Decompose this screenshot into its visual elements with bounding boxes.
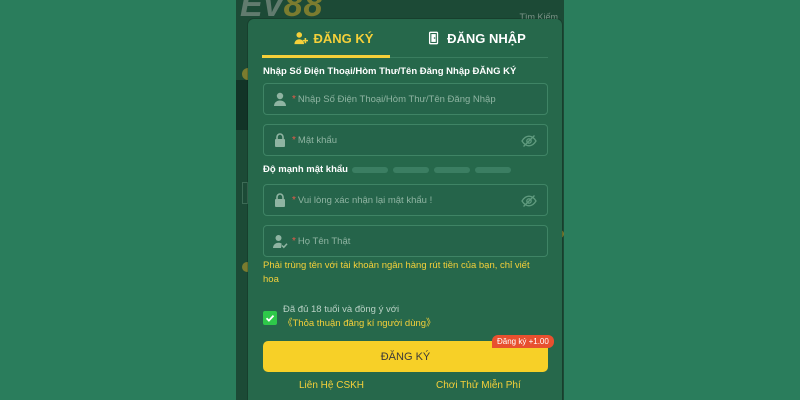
tab-register-label: ĐĂNG KÝ [313,30,374,46]
decorative-bar [236,80,248,130]
agreement-text: Đã đủ 18 tuổi và đồng ý với 《Thỏa thuận … [283,303,553,331]
register-bonus-badge: Đăng ký +1.00 [492,335,554,348]
agreement-checkbox[interactable] [263,311,277,325]
register-modal: ĐĂNG KÝ ĐĂNG NHẬP Nhập Số Điện Thoại/Hòm… [248,19,562,400]
real-name-hint: Phải trùng tên với tài khoản ngân hàng r… [263,260,530,285]
active-tab-indicator [262,55,390,58]
account-label: Nhập Số Điện Thoại/Hòm Thư/Tên Đăng Nhập… [263,66,517,77]
agreement-text-prefix: Đã đủ 18 tuổi và đồng ý với [283,304,400,315]
password-input[interactable]: * Mật khẩu [263,124,548,156]
required-mark: * [292,134,296,146]
strength-segment [475,167,511,173]
strength-segment [393,167,429,173]
confirm-password-input[interactable]: * Vui lòng xác nhận lại mật khẩu ! [263,184,548,216]
required-mark: * [292,93,296,105]
auth-tabs: ĐĂNG KÝ ĐĂNG NHẬP [262,19,548,58]
user-icon [274,92,286,106]
user-agreement-link[interactable]: 《Thỏa thuận đăng kí người dùng》 [283,318,436,329]
strength-segment [352,167,388,173]
eye-hidden-icon[interactable] [521,133,537,149]
lock-icon [275,133,285,147]
user-add-icon [293,32,308,45]
required-mark: * [292,235,296,247]
contact-support-link[interactable]: Liên Hệ CSKH [299,380,364,391]
checkmark-icon [265,314,275,322]
account-input[interactable]: * Nhập Số Điện Thoại/Hòm Thư/Tên Đăng Nh… [263,83,548,115]
account-placeholder: Nhập Số Điện Thoại/Hòm Thư/Tên Đăng Nhập [297,93,496,105]
strength-segment [434,167,470,173]
age-agreement: Đã đủ 18 tuổi và đồng ý với 《Thỏa thuận … [263,303,553,331]
user-check-icon [273,235,288,249]
tab-login[interactable]: ĐĂNG NHẬP [405,19,548,57]
password-placeholder: Mật khẩu [297,134,337,146]
required-mark: * [292,194,296,206]
tab-register[interactable]: ĐĂNG KÝ [262,19,405,57]
free-play-link[interactable]: Chơi Thử Miễn Phí [436,380,521,391]
lock-icon [275,193,285,207]
tab-login-label: ĐĂNG NHẬP [447,30,526,46]
real-name-input[interactable]: * Họ Tên Thật [263,225,548,257]
eye-hidden-icon[interactable] [521,193,537,209]
real-name-placeholder: Họ Tên Thật [297,235,351,247]
password-strength-label: Độ mạnh mật khẩu [263,164,348,175]
confirm-password-placeholder: Vui lòng xác nhận lại mật khẩu ! [297,194,433,206]
login-door-icon [429,31,439,45]
